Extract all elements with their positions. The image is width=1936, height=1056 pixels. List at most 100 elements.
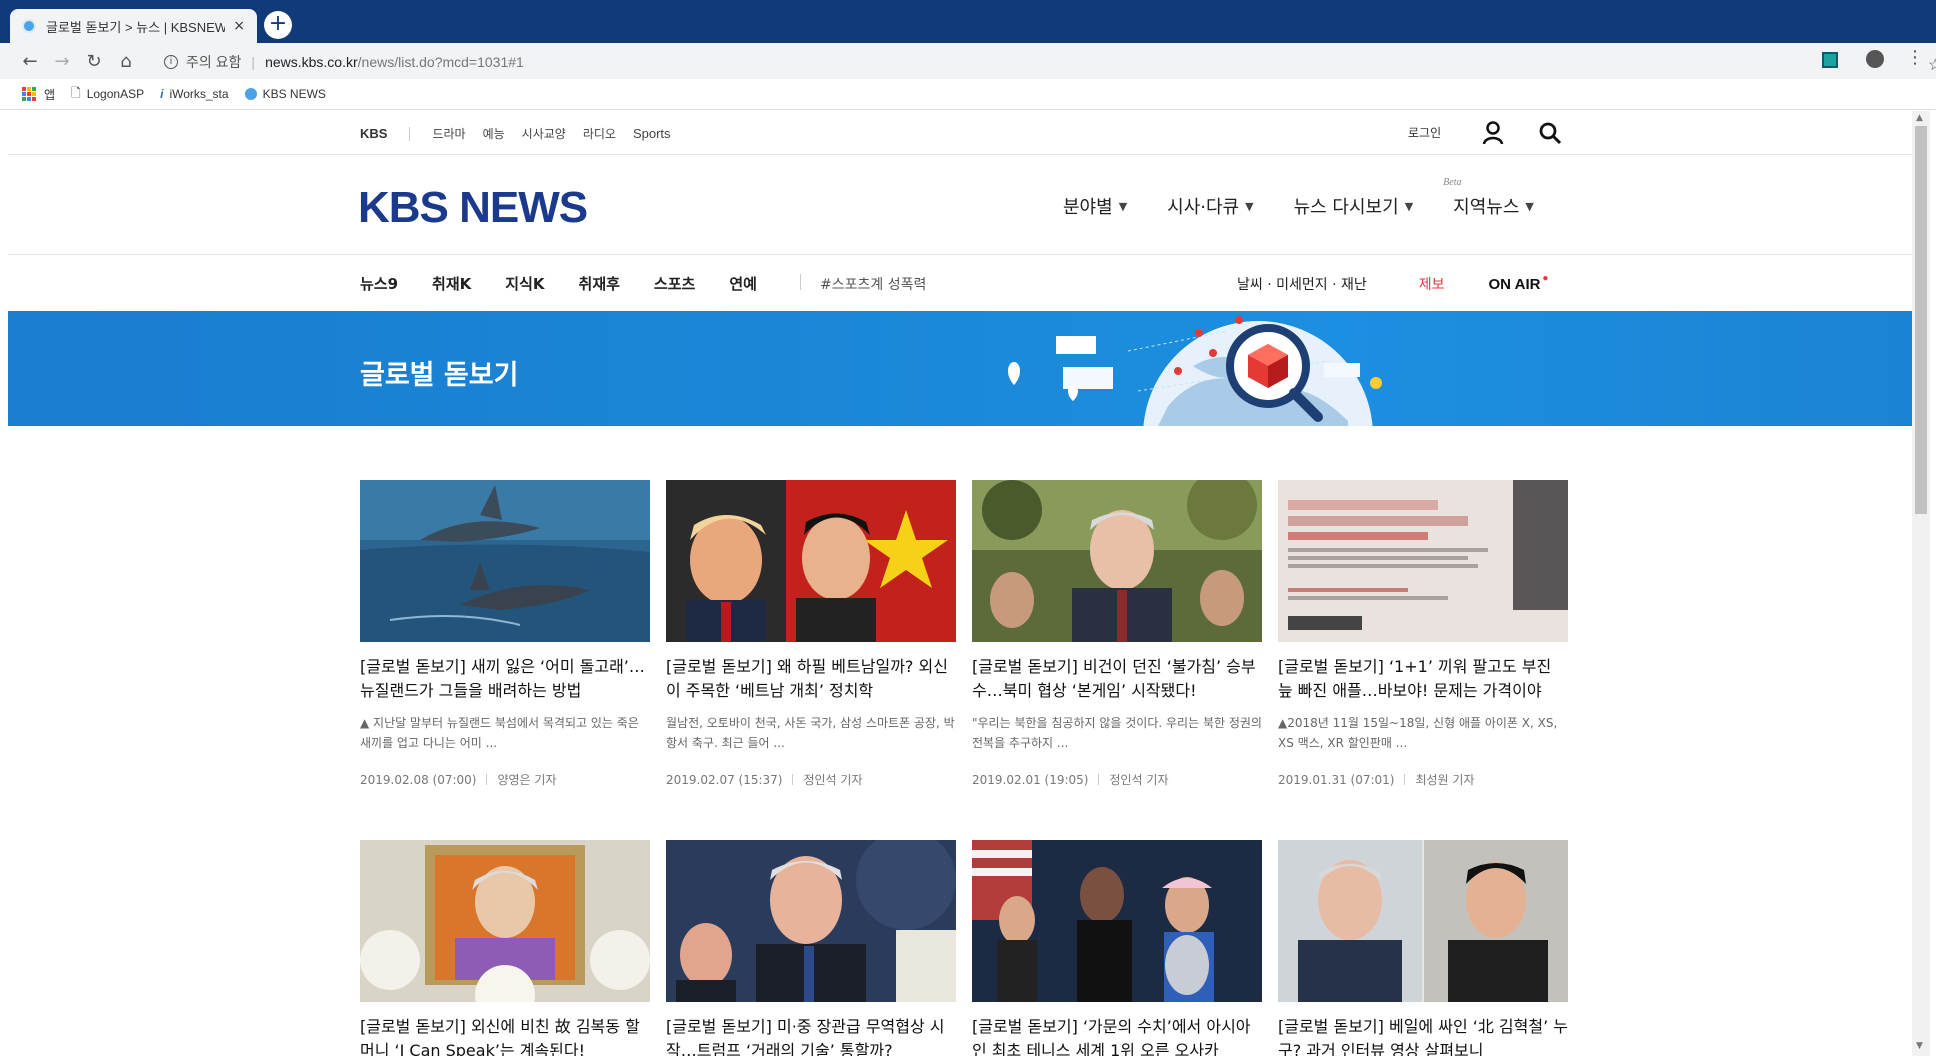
apps-icon — [22, 87, 36, 101]
bookmark-kbs-news[interactable]: KBS NEWS — [244, 87, 326, 101]
article-title[interactable]: [글로벌 돋보기] 베일에 싸인 ‘北 김혁철’ 누구? 과거 인터뷰 영상 살… — [1278, 1015, 1568, 1056]
bookmark-label: 앱 — [44, 87, 56, 102]
hashtag-link[interactable]: #스포츠계 성폭력 — [820, 274, 926, 294]
menu-news-replay[interactable]: 뉴스 다시보기 ▼ — [1294, 193, 1414, 219]
web-page: KBS 드라마 예능 시사교양 라디오 Sports 로그인 KBS NEWS — [8, 111, 1912, 1056]
bookmark-logonasp[interactable]: 🗋 LogonASP — [71, 84, 144, 105]
search-icon[interactable] — [1538, 121, 1562, 145]
article-date: 2019.02.07 (15:37) — [666, 772, 783, 787]
util-link-drama[interactable]: 드라마 — [432, 125, 465, 142]
subnav-news9[interactable]: 뉴스9 — [360, 273, 398, 294]
article-meta: 2019.02.08 (07:00) 양영은 기자 — [360, 771, 650, 788]
page-icon: 🗋 — [71, 85, 81, 100]
article-summary: ▲2018년 11월 15일~18일, 신형 애플 아이폰 X, XS, XS … — [1278, 716, 1558, 750]
user-icon[interactable] — [1482, 121, 1504, 145]
article-card[interactable]: [글로벌 돋보기] ‘1+1’ 끼워 팔고도 부진 늪 빠진 애플…바보야! 문… — [1278, 480, 1568, 788]
util-link-sports[interactable]: Sports — [633, 126, 671, 141]
globe-magnifier-illustration — [1008, 316, 1382, 426]
article-date: 2019.01.31 (07:01) — [1278, 772, 1395, 787]
info-icon[interactable]: i — [164, 54, 178, 69]
url-separator: | — [251, 53, 256, 70]
article-card[interactable]: [글로벌 돋보기] 왜 하필 베트남일까? 외신이 주목한 ‘베트남 개최’ 정… — [666, 480, 956, 788]
address-bar[interactable]: i 주의 요함 | news.kbs.co.kr/news/list.do?mc… — [152, 47, 1936, 76]
divider — [1098, 774, 1100, 785]
kbs-news-logo[interactable]: KBS NEWS — [358, 183, 588, 233]
browser-tab[interactable]: 글로벌 돋보기 > 뉴스 | KBSNEWS × — [10, 9, 257, 43]
article-summary: "우리는 북한을 침공하지 않을 것이다. 우리는 북한 정권의 전복을 추구하… — [972, 716, 1262, 750]
forward-icon[interactable]: → — [46, 51, 78, 72]
article-thumbnail[interactable] — [1278, 480, 1568, 642]
weather-link[interactable]: 날씨 · 미세먼지 · 재난 — [1237, 274, 1367, 294]
caret-down-icon: ▼ — [1525, 199, 1534, 213]
subnav-knowledgek[interactable]: 지식K — [505, 273, 544, 294]
article-thumbnail[interactable] — [360, 840, 650, 1002]
menu-by-field[interactable]: 분야별 ▼ — [1063, 193, 1127, 219]
url-path: /news/list.do?mcd=1031#1 — [357, 53, 524, 70]
bookmarks-bar: 앱 🗋 LogonASP i iWorks_sta KBS NEWS — [0, 79, 1936, 110]
subnav-after-report[interactable]: 취재후 — [579, 273, 620, 294]
article-title[interactable]: [글로벌 돋보기] 미·중 장관급 무역협상 시작…트럼프 ‘거래의 기술’ 통… — [666, 1015, 956, 1056]
scroll-down-icon[interactable]: ▼ — [1916, 1041, 1923, 1051]
util-link-entertainment[interactable]: 예능 — [483, 125, 505, 142]
article-card[interactable]: [글로벌 돋보기] 새끼 잃은 ‘어미 돌고래’…뉴질랜드가 그들을 배려하는 … — [360, 480, 650, 788]
util-link-current-affairs[interactable]: 시사교양 — [522, 125, 566, 142]
page-scrollbar[interactable]: ▲ ▼ — [1912, 111, 1930, 1056]
article-reporter: 양영은 기자 — [497, 773, 557, 787]
article-title[interactable]: [글로벌 돋보기] ‘1+1’ 끼워 팔고도 부진 늪 빠진 애플…바보야! 문… — [1278, 655, 1568, 703]
bookmark-apps[interactable]: 앱 — [22, 86, 55, 103]
leaders-image — [666, 480, 956, 642]
utility-bar: KBS 드라마 예능 시사교양 라디오 Sports 로그인 — [8, 111, 1912, 155]
dolphins-image — [360, 480, 650, 642]
article-thumbnail[interactable] — [1278, 840, 1568, 1002]
home-icon[interactable]: ⌂ — [110, 51, 142, 72]
article-title[interactable]: [글로벌 돋보기] 외신에 비친 故 김복동 할머니 ‘I Can Speak’… — [360, 1015, 650, 1056]
reload-icon[interactable]: ↻ — [78, 51, 110, 72]
new-tab-button[interactable]: + — [264, 11, 292, 39]
back-icon[interactable]: ← — [14, 51, 46, 72]
article-card[interactable]: [글로벌 돋보기] 베일에 싸인 ‘北 김혁철’ 누구? 과거 인터뷰 영상 살… — [1278, 840, 1568, 1056]
article-date: 2019.02.08 (07:00) — [360, 772, 477, 787]
article-card[interactable]: [글로벌 돋보기] ‘가문의 수치’에서 아시아인 최초 테니스 세계 1위 오… — [972, 840, 1262, 1056]
article-thumbnail[interactable] — [972, 480, 1262, 642]
article-card[interactable]: [글로벌 돋보기] 외신에 비친 故 김복동 할머니 ‘I Can Speak’… — [360, 840, 650, 1056]
tab-close-icon[interactable]: × — [233, 18, 245, 34]
article-reporter: 최성원 기자 — [1415, 773, 1475, 787]
tennis-image — [972, 840, 1262, 1002]
kbs-home-link[interactable]: KBS — [360, 126, 387, 141]
menu-documentary[interactable]: 시사·다큐 ▼ — [1167, 193, 1253, 219]
account-icon[interactable] — [1866, 50, 1884, 68]
main-header: KBS NEWS 분야별 ▼ 시사·다큐 ▼ 뉴스 다시보기 ▼ Beta 지역뉴스 ▼ — [8, 155, 1912, 255]
on-air-link[interactable]: ON AIR ● — [1489, 273, 1549, 293]
article-thumbnail[interactable] — [972, 840, 1262, 1002]
article-title[interactable]: [글로벌 돋보기] 왜 하필 베트남일까? 외신이 주목한 ‘베트남 개최’ 정… — [666, 655, 956, 703]
article-summary: 월남전, 오토바이 천국, 사돈 국가, 삼성 스마트폰 공장, 박항서 축구.… — [666, 716, 955, 750]
bookmark-iworks[interactable]: i iWorks_sta — [160, 87, 228, 101]
article-title[interactable]: [글로벌 돋보기] 새끼 잃은 ‘어미 돌고래’…뉴질랜드가 그들을 배려하는 … — [360, 655, 650, 703]
article-card[interactable]: [글로벌 돋보기] 비건이 던진 ‘불가침’ 승부수…북미 협상 ‘본게임’ 시… — [972, 480, 1262, 788]
bookmark-star-icon[interactable]: ☆ — [1928, 55, 1936, 75]
article-title[interactable]: [글로벌 돋보기] ‘가문의 수치’에서 아시아인 최초 테니스 세계 1위 오… — [972, 1015, 1262, 1056]
divider — [1404, 774, 1406, 785]
kbs-icon — [244, 88, 257, 100]
article-card[interactable]: [글로벌 돋보기] 미·중 장관급 무역협상 시작…트럼프 ‘거래의 기술’ 통… — [666, 840, 956, 1056]
subnav-sports[interactable]: 스포츠 — [654, 273, 695, 294]
util-link-radio[interactable]: 라디오 — [583, 125, 616, 142]
subnav-reportk[interactable]: 취재K — [432, 273, 471, 294]
login-link[interactable]: 로그인 — [1408, 124, 1441, 141]
flyer-image — [1278, 480, 1568, 642]
menu-local-news[interactable]: Beta 지역뉴스 ▼ — [1443, 177, 1534, 219]
article-thumbnail[interactable] — [666, 840, 956, 1002]
section-banner: 글로벌 돋보기 — [8, 311, 1912, 426]
scrollbar-thumb[interactable] — [1915, 126, 1927, 514]
subnav-entertainment[interactable]: 연예 — [729, 273, 757, 294]
officials-image — [666, 840, 956, 1002]
scroll-up-icon[interactable]: ▲ — [1916, 113, 1923, 123]
article-thumbnail[interactable] — [666, 480, 956, 642]
kbs-favicon-icon — [22, 19, 36, 33]
article-title[interactable]: [글로벌 돋보기] 비건이 던진 ‘불가침’ 승부수…북미 협상 ‘본게임’ 시… — [972, 655, 1262, 703]
browser-menu-icon[interactable]: ⋮ — [1906, 47, 1924, 68]
report-link[interactable]: 제보 — [1419, 274, 1445, 294]
extension-icon[interactable] — [1822, 52, 1838, 68]
article-thumbnail[interactable] — [360, 480, 650, 642]
security-warning: 주의 요함 — [186, 53, 242, 70]
